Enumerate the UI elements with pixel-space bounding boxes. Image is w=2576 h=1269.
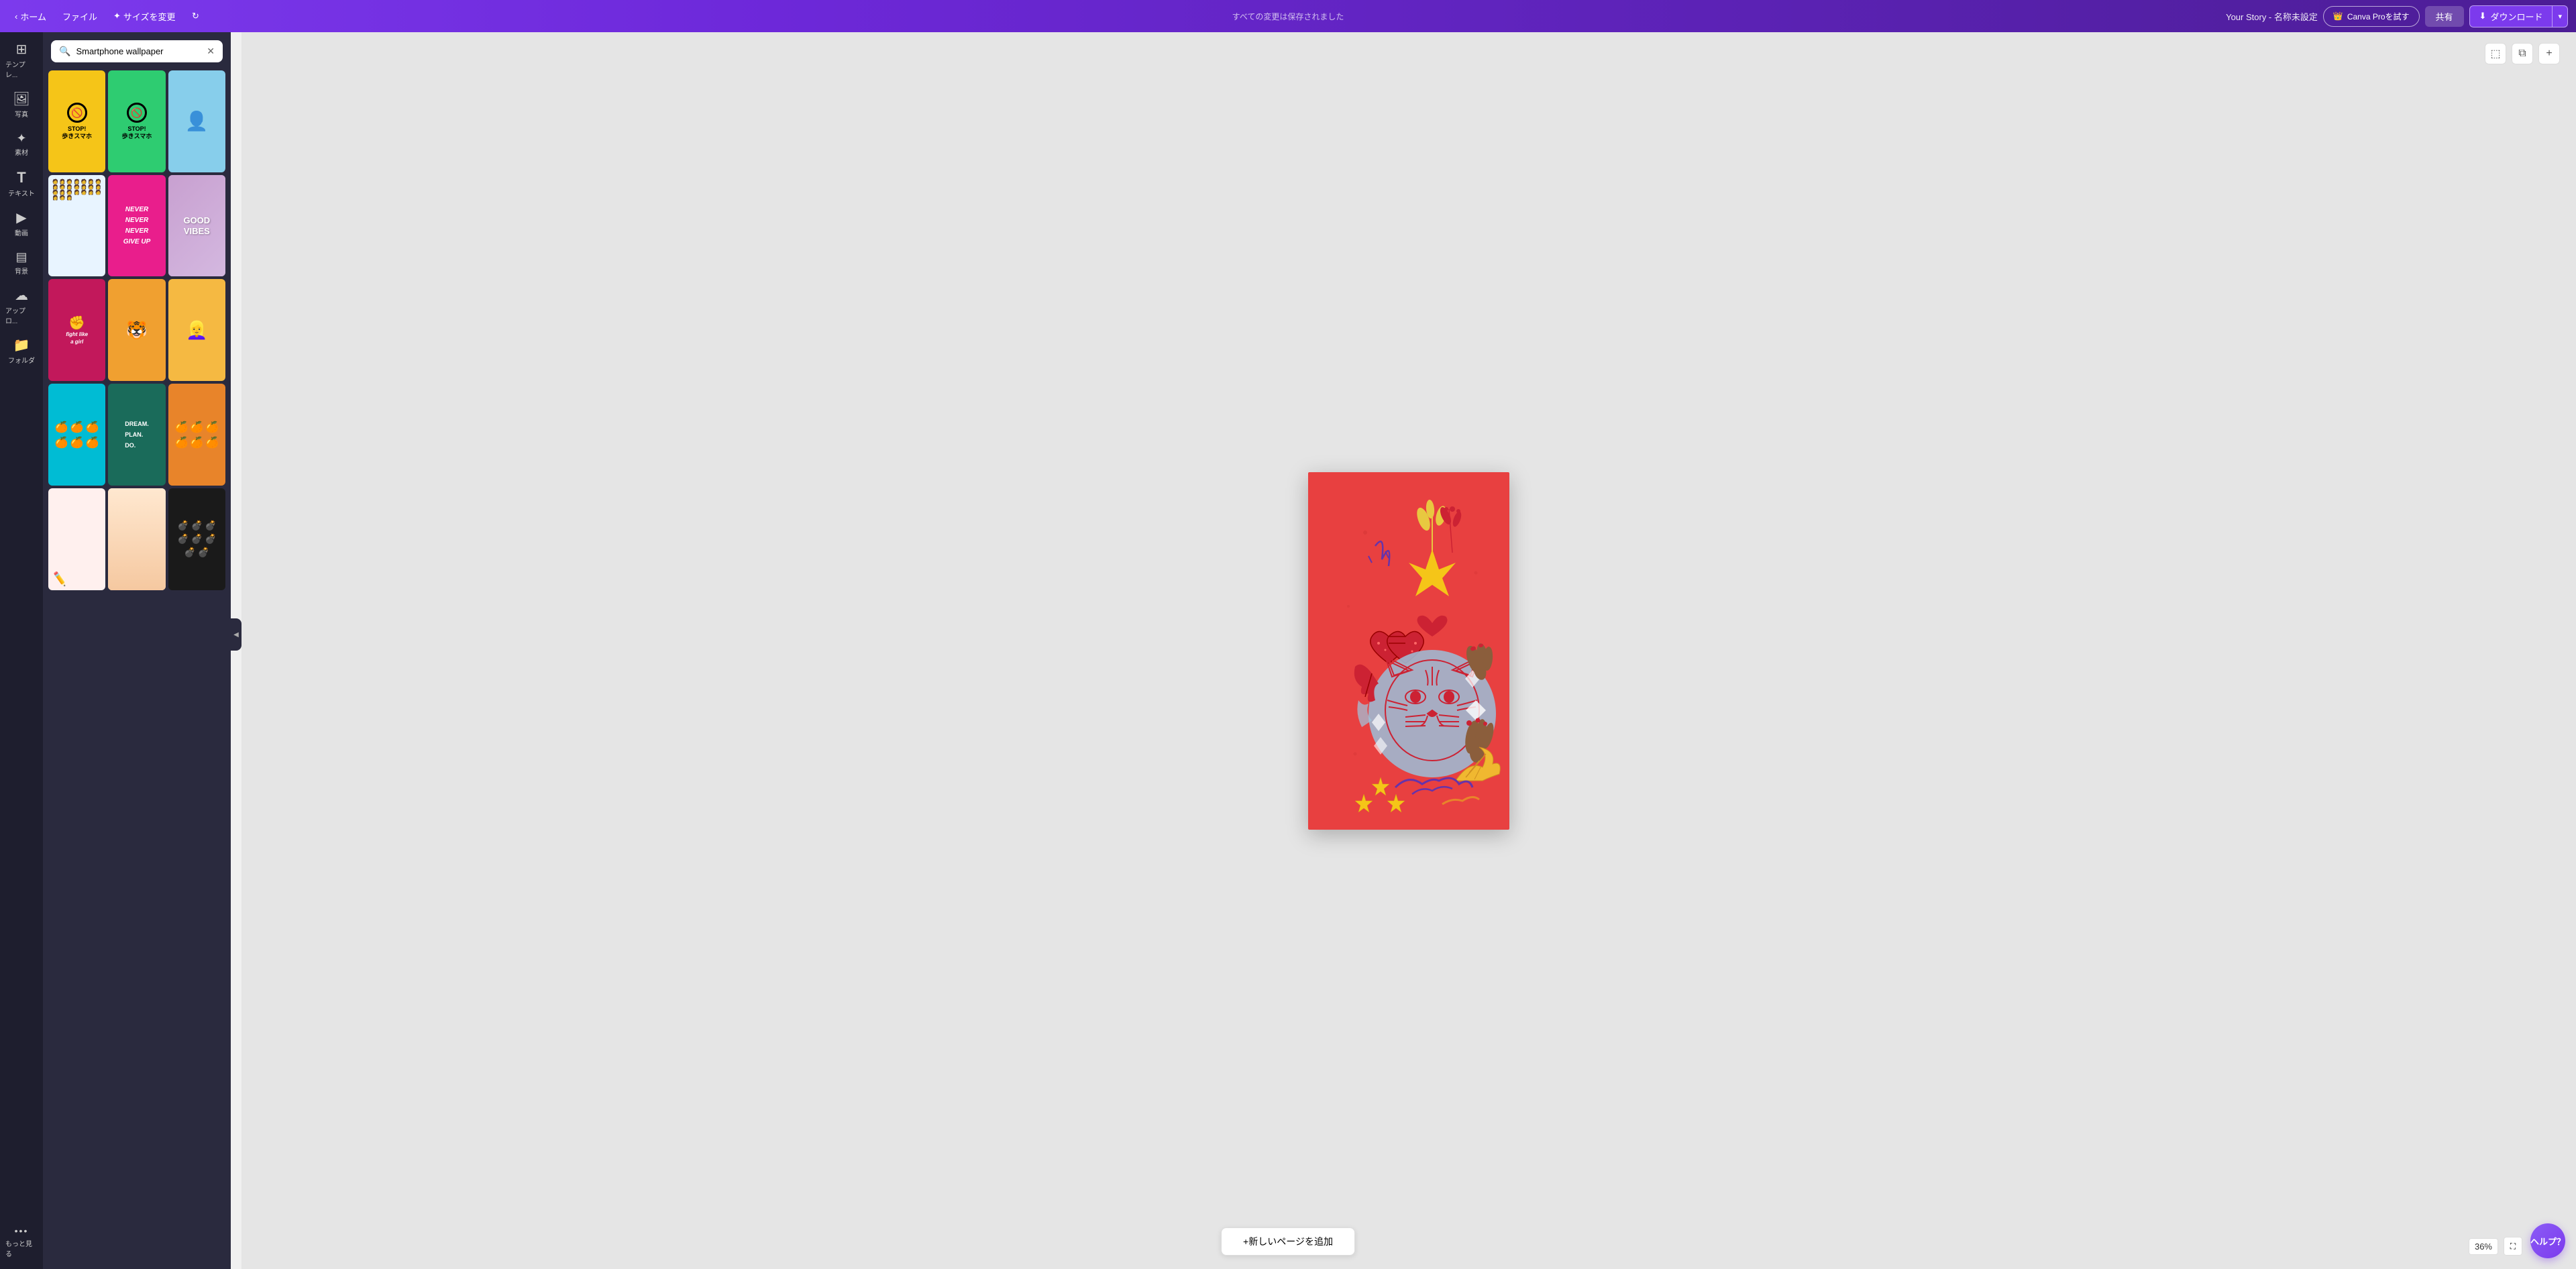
download-icon: ⬇ (2479, 11, 2487, 21)
list-item[interactable]: ✏️ (48, 488, 105, 590)
download-label: ダウンロード (2490, 10, 2542, 23)
video-icon: ▶ (16, 211, 26, 225)
share-button[interactable]: 共有 (2425, 6, 2464, 27)
copy-button[interactable]: ⧉ (2512, 43, 2533, 64)
list-item[interactable]: ✊ fight likea girl (48, 279, 105, 381)
list-item[interactable] (108, 488, 165, 590)
template-icon: ⊞ (16, 43, 28, 56)
file-button[interactable]: ファイル (56, 6, 104, 27)
copy-icon: ⧉ (2518, 48, 2526, 60)
design-canvas[interactable] (1308, 472, 1509, 830)
text-icon: T (17, 170, 25, 185)
list-item[interactable]: 👱‍♀️ (168, 279, 225, 381)
sidebar-more-label: もっと見る (5, 1238, 38, 1258)
background-icon: ▤ (15, 251, 27, 263)
search-icon: 🔍 (59, 46, 70, 57)
undo-button[interactable]: ↺ (185, 7, 206, 25)
crown-icon: 👑 (2333, 11, 2343, 21)
sidebar-item-template[interactable]: ⊞ テンプレ... (3, 38, 40, 85)
chevron-left-icon: ‹ (15, 11, 17, 21)
photo-icon: 🖼 (13, 93, 30, 106)
zoom-controls: 36% ⛶ (2469, 1237, 2522, 1256)
sidebar-folder-label: フォルダ (8, 355, 35, 365)
auto-save-status: すべての変更は保存されました (1232, 11, 1344, 22)
chevron-left-icon: ◀ (233, 631, 239, 639)
download-button[interactable]: ⬇ ダウンロード (2469, 5, 2553, 27)
hide-panel-button[interactable]: ◀ (231, 618, 241, 651)
zoom-level-label: 36% (2469, 1238, 2498, 1255)
template-panel: 🔍 ✕ 🚫 STOP!歩きスマホ 🚫 STOP!歩きスマホ (43, 32, 231, 1269)
canva-pro-label: Canva Proを試す (2347, 11, 2410, 22)
element-icon: ✦ (16, 132, 26, 144)
upload-icon: ☁ (15, 289, 28, 302)
document-title: Your Story - 名称未設定 (2226, 10, 2318, 23)
add-page-label: +新しいページを追加 (1243, 1236, 1333, 1247)
help-button[interactable]: ヘルプ？ (2530, 1223, 2565, 1258)
resize-button[interactable]: ✦ サイズを変更 (107, 6, 182, 27)
sidebar-item-more[interactable]: ••• もっと見る (3, 1221, 40, 1264)
sidebar-video-label: 動画 (15, 227, 28, 237)
zoom-expand-button[interactable]: ⛶ (2504, 1237, 2522, 1256)
topbar-right: Your Story - 名称未設定 👑 Canva Proを試す 共有 ⬇ ダ… (2226, 5, 2568, 27)
sidebar: ⊞ テンプレ... 🖼 写真 ✦ 素材 T テキスト ▶ 動画 ▤ 背景 ☁ ア… (0, 32, 43, 1269)
expand-icon: ⛶ (2510, 1242, 2516, 1252)
sidebar-template-label: テンプレ... (5, 59, 38, 79)
sidebar-item-upload[interactable]: ☁ アップロ... (3, 284, 40, 331)
search-bar: 🔍 ✕ (43, 32, 231, 70)
resize-icon: ✦ (113, 11, 121, 21)
sidebar-item-background[interactable]: ▤ 背景 (3, 245, 40, 281)
download-group: ⬇ ダウンロード ▾ (2469, 5, 2568, 27)
sidebar-item-photo[interactable]: 🖼 写真 (3, 87, 40, 124)
canvas-controls: ⬚ ⧉ + (2485, 43, 2560, 64)
topbar: ‹ ホーム ファイル ✦ サイズを変更 ↺ すべての変更は保存されました You… (0, 0, 2576, 32)
sidebar-item-folder[interactable]: 📁 フォルダ (3, 333, 40, 370)
home-button[interactable]: ‹ ホーム (8, 6, 53, 27)
sidebar-background-label: 背景 (15, 266, 28, 276)
resize-label: サイズを変更 (123, 10, 176, 23)
sidebar-text-label: テキスト (8, 188, 35, 198)
list-item[interactable]: 🍊🍊 🍊🍊 🍊🍊 (48, 384, 105, 486)
list-item[interactable]: 🚫 STOP!歩きスマホ (108, 70, 165, 172)
sidebar-item-video[interactable]: ▶ 動画 (3, 206, 40, 243)
search-input-wrap: 🔍 ✕ (51, 40, 223, 62)
download-dropdown-button[interactable]: ▾ (2553, 5, 2568, 27)
undo-icon: ↺ (192, 11, 199, 21)
share-label: 共有 (2436, 12, 2453, 22)
list-item[interactable]: 🧑 👩 🧑 👩 🧑 👩 🧑 👩 🧑 👩 🧑 👩 🧑 👩 🧑 👩 🧑 👩 🧑 👩 … (48, 175, 105, 277)
more-icon: ••• (15, 1226, 29, 1235)
list-item[interactable]: 👤 (168, 70, 225, 172)
canvas-area: ⬚ ⧉ + (241, 32, 2576, 1269)
add-icon: + (2546, 48, 2552, 60)
canva-pro-button[interactable]: 👑 Canva Proを試す (2323, 6, 2420, 27)
add-page-button[interactable]: +新しいページを追加 (1221, 1227, 1355, 1256)
file-label: ファイル (62, 10, 97, 23)
sidebar-upload-label: アップロ... (5, 305, 38, 325)
list-item[interactable]: 🐯 (108, 279, 165, 381)
frame-button[interactable]: ⬚ (2485, 43, 2506, 64)
list-item[interactable]: 🚫 STOP!歩きスマホ (48, 70, 105, 172)
list-item[interactable]: DREAM.PLAN.DO. (108, 384, 165, 486)
sidebar-item-element[interactable]: ✦ 素材 (3, 127, 40, 162)
bottom-bar: +新しいページを追加 (1221, 1227, 1355, 1256)
help-label: ヘルプ？ (2530, 1235, 2565, 1248)
list-item[interactable]: GOODVIBES (168, 175, 225, 277)
search-clear-button[interactable]: ✕ (207, 46, 215, 57)
add-page-button[interactable]: + (2538, 43, 2560, 64)
list-item[interactable]: 🍊🍊 🍊🍊 🍊🍊 (168, 384, 225, 486)
sidebar-element-label: 素材 (15, 147, 28, 157)
home-label: ホーム (20, 10, 46, 23)
chevron-down-icon: ▾ (2558, 13, 2562, 21)
search-input[interactable] (76, 46, 201, 56)
list-item[interactable]: NEVERNEVERNEVERGIVE UP (108, 175, 165, 277)
folder-icon: 📁 (13, 339, 30, 352)
sidebar-item-text[interactable]: T テキスト (3, 165, 40, 203)
template-grid: 🚫 STOP!歩きスマホ 🚫 STOP!歩きスマホ 👤 🧑 👩 🧑 👩 🧑 👩 … (43, 70, 231, 596)
topbar-left: ‹ ホーム ファイル ✦ サイズを変更 ↺ すべての変更は保存されました (8, 6, 2220, 27)
sidebar-photo-label: 写真 (15, 109, 28, 119)
frame-icon: ⬚ (2490, 47, 2500, 60)
list-item[interactable]: 💣💣 💣💣 💣💣 💣💣 (168, 488, 225, 590)
